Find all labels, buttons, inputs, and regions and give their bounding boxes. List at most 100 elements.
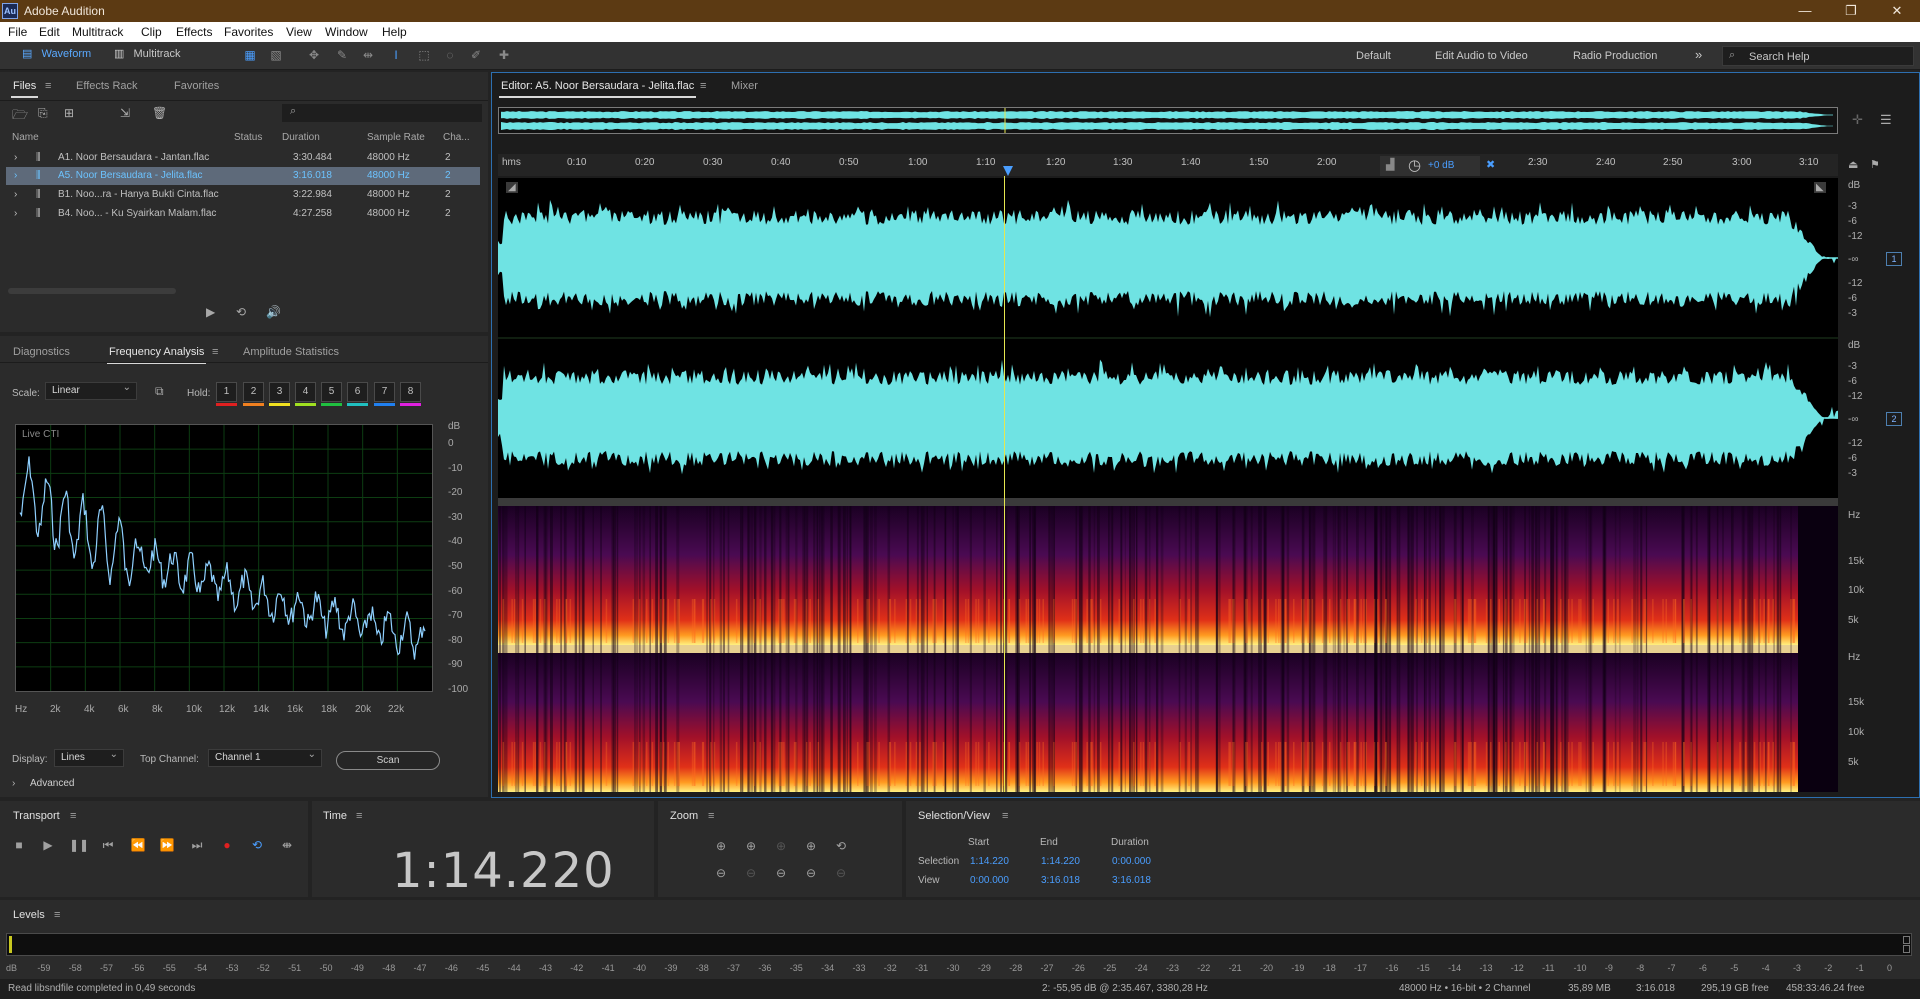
menu-help[interactable]: Help (382, 25, 407, 39)
time-selection-tool-icon[interactable]: Ι (388, 48, 404, 63)
razor-tool-icon[interactable]: ✎ (334, 48, 350, 63)
go-to-end-icon[interactable]: ⏭ (188, 837, 206, 853)
editor-panel-menu-icon[interactable]: ≡ (700, 80, 706, 92)
menu-multitrack[interactable]: Multitrack (72, 25, 123, 39)
zoom-out-amplitude-icon[interactable]: ⊖ (712, 865, 730, 881)
tab-amplitude-statistics[interactable]: Amplitude Statistics (243, 346, 339, 358)
zoom-out-time-icon[interactable]: ⊖ (742, 865, 760, 881)
zoom-menu-icon[interactable]: ≡ (708, 810, 714, 822)
waveform-view-button[interactable]: ▤ Waveform (22, 47, 91, 65)
menu-favorites[interactable]: Favorites (224, 25, 273, 39)
analysis-panel-menu-icon[interactable]: ≡ (212, 346, 218, 358)
file-row[interactable]: › ⫼ B1. Noo...ra - Hanya Bukti Cinta.fla… (6, 186, 480, 204)
go-to-start-icon[interactable]: ⏮ (99, 837, 117, 853)
waveform-display[interactable]: ◢ ◣ (498, 178, 1838, 498)
move-tool-icon[interactable]: ✥ (306, 48, 322, 63)
selection-view-menu-icon[interactable]: ≡ (1002, 810, 1008, 822)
spectral-display-icon[interactable]: ▦ (242, 48, 258, 63)
tab-diagnostics[interactable]: Diagnostics (13, 346, 70, 358)
current-time-display[interactable]: 1:14.220 (392, 843, 615, 899)
minimize-button[interactable]: — (1782, 0, 1828, 22)
clip-indicator-left[interactable] (1903, 936, 1910, 944)
expand-icon[interactable]: › (14, 208, 17, 219)
play-preview-icon[interactable]: ▶ (206, 305, 215, 319)
overview-navigator[interactable] (498, 107, 1838, 134)
zoom-out-point-icon[interactable]: ⊖ (832, 865, 850, 881)
more-workspaces-icon[interactable]: » (1695, 47, 1702, 62)
gain-knob-icon[interactable]: ◷ (1408, 156, 1421, 174)
zoom-in-point-icon[interactable]: ⊕ (772, 838, 790, 854)
col-sample-rate[interactable]: Sample Rate (367, 132, 425, 143)
brush-tool-icon[interactable]: ✐ (468, 48, 484, 63)
hold-button-1[interactable]: 1 (216, 382, 237, 402)
channel-1-toggle[interactable]: 1 (1886, 252, 1902, 266)
zoom-in-amplitude-icon[interactable]: ⊕ (712, 838, 730, 854)
delete-file-icon[interactable]: 🗑 (152, 106, 167, 120)
pitch-display-icon[interactable]: ▧ (268, 48, 284, 63)
channel-2-toggle[interactable]: 2 (1886, 412, 1902, 426)
expand-icon[interactable]: › (14, 189, 17, 200)
tab-mixer[interactable]: Mixer (731, 80, 758, 92)
menu-effects[interactable]: Effects (176, 25, 212, 39)
expand-icon[interactable]: › (14, 170, 17, 181)
hold-button-4[interactable]: 4 (295, 382, 316, 402)
zoom-to-selection-icon[interactable]: ⊕ (802, 838, 820, 854)
zoom-navigator-icon[interactable]: ✛ (1852, 112, 1863, 128)
selection-end[interactable]: 1:14.220 (1041, 856, 1080, 867)
skip-selection-icon[interactable]: ⇼ (278, 837, 296, 853)
display-dropdown[interactable]: Lines (54, 749, 124, 767)
file-row-selected[interactable]: › ⫼ A5. Noor Bersaudara - Jelita.flac 3:… (6, 167, 480, 185)
pause-icon[interactable]: ❚❚ (69, 837, 89, 853)
menu-edit[interactable]: Edit (39, 25, 60, 39)
menu-window[interactable]: Window (325, 25, 368, 39)
fade-out-handle-icon[interactable]: ◣ (1814, 182, 1826, 193)
view-start[interactable]: 0:00.000 (970, 875, 1009, 886)
workspace-radio-production[interactable]: Radio Production (1573, 50, 1657, 62)
workspace-default[interactable]: Default (1356, 50, 1391, 62)
track-layout-icon[interactable]: ☰ (1880, 112, 1892, 128)
stop-icon[interactable]: ■ (10, 837, 28, 853)
gain-value[interactable]: +0 dB (1428, 160, 1454, 171)
time-ruler[interactable] (498, 154, 1838, 176)
close-button[interactable]: ✕ (1874, 0, 1920, 22)
zoom-out-selection-icon[interactable]: ⊖ (802, 865, 820, 881)
new-file-icon[interactable]: ⊞ (64, 106, 74, 120)
marker-icon[interactable]: ⚑ (1870, 158, 1880, 171)
workspace-edit-audio-to-video[interactable]: Edit Audio to Video (1435, 50, 1528, 62)
zoom-reset-icon[interactable]: ⟲ (832, 838, 850, 854)
col-channels[interactable]: Cha... (443, 132, 470, 143)
rewind-icon[interactable]: ⏪ (129, 837, 147, 853)
tab-favorites[interactable]: Favorites (174, 80, 219, 92)
skip-selection-icon[interactable]: ⏏ (1848, 158, 1858, 171)
tab-files[interactable]: Files (10, 80, 39, 98)
hold-button-6[interactable]: 6 (347, 382, 368, 402)
hold-button-8[interactable]: 8 (400, 382, 421, 402)
levels-menu-icon[interactable]: ≡ (54, 909, 60, 921)
menu-view[interactable]: View (286, 25, 312, 39)
loop-preview-icon[interactable]: ⟲ (236, 305, 246, 319)
view-end[interactable]: 3:16.018 (1041, 875, 1080, 886)
tab-frequency-analysis[interactable]: Frequency Analysis (106, 346, 207, 364)
files-horizontal-scrollbar[interactable] (8, 288, 176, 294)
snapshot-icon[interactable]: ⧉ (155, 384, 164, 399)
search-help-box[interactable]: ⌕ Search Help (1722, 46, 1914, 66)
loop-playback-icon[interactable]: ⟲ (248, 837, 266, 853)
import-file-icon[interactable]: ⎘ (38, 106, 48, 121)
open-file-icon[interactable]: 🗁 (12, 106, 28, 128)
scale-dropdown[interactable]: Linear (45, 382, 137, 400)
clip-indicator-right[interactable] (1903, 945, 1910, 953)
transport-menu-icon[interactable]: ≡ (70, 810, 76, 822)
col-status[interactable]: Status (234, 132, 262, 143)
file-row[interactable]: › ⫼ A1. Noor Bersaudara - Jantan.flac 3:… (6, 149, 480, 167)
multitrack-view-button[interactable]: ▥ Multitrack (114, 47, 181, 65)
pin-hud-icon[interactable]: ✖ (1486, 158, 1495, 171)
col-duration[interactable]: Duration (282, 132, 320, 143)
spectral-divider[interactable] (498, 498, 1838, 506)
hold-button-3[interactable]: 3 (269, 382, 290, 402)
marquee-tool-icon[interactable]: ⬚ (416, 48, 432, 63)
time-menu-icon[interactable]: ≡ (356, 810, 362, 822)
selection-duration[interactable]: 0:00.000 (1112, 856, 1151, 867)
gain-hud[interactable]: ▟ ◷ +0 dB (1380, 156, 1480, 176)
play-icon[interactable]: ▶ (39, 837, 57, 853)
menu-file[interactable]: File (8, 25, 27, 39)
